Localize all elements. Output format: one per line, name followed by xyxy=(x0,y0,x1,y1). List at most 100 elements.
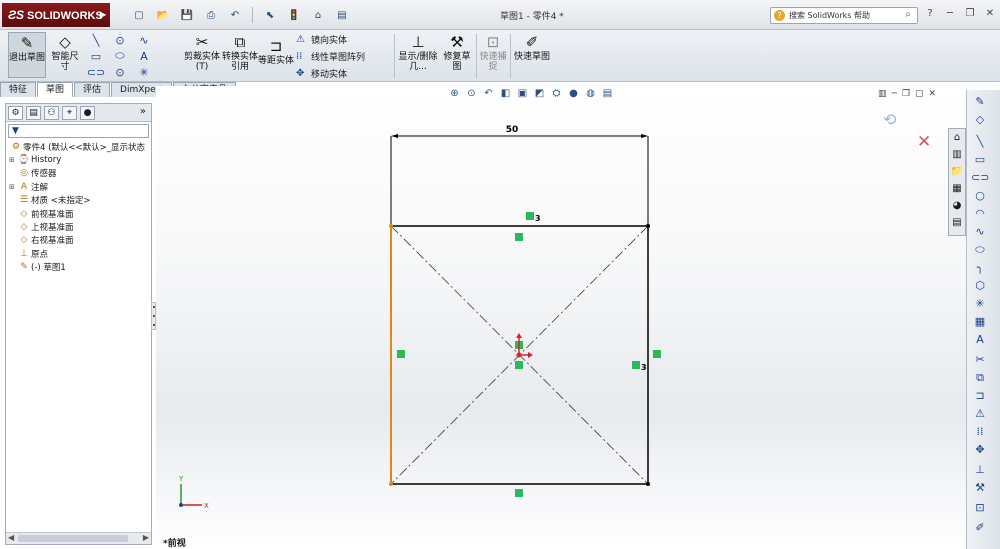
edit-appearance-icon[interactable]: ● xyxy=(567,88,580,99)
circle-icon[interactable]: ○ xyxy=(971,188,989,204)
zoom-to-area-icon[interactable]: ⊙ xyxy=(465,88,478,99)
part-icon: ⚙ xyxy=(11,141,21,152)
view-palette-icon[interactable]: ▦ xyxy=(950,182,964,196)
feature-manager-tab-icon[interactable]: ⚙ xyxy=(8,106,23,120)
quick-snaps-icon[interactable]: ⊡ xyxy=(971,500,989,516)
sketch-icon[interactable]: ✎ xyxy=(971,94,989,110)
more-tabs-icon[interactable]: » xyxy=(140,106,149,119)
sketch-toolbar-vertical: ✎ ◇ ╲ ▭ ⊂⊃ ○ ◠ ∿ ⬭ ╮ ⬡ ✳ ▦ A ✂ ⧉ ⊐ ⚠ ⁞⁞ … xyxy=(966,90,1000,549)
ellipse-icon[interactable]: ⬭ xyxy=(971,242,989,258)
mirror-icon[interactable]: ⚠ xyxy=(971,406,989,422)
tree-item-history[interactable]: ⊞ ⌚ History xyxy=(9,153,151,166)
filter-icon: ▼ xyxy=(12,126,19,136)
tree-item-right-plane[interactable]: ◇ 右视基准面 xyxy=(9,234,151,247)
origin-point[interactable] xyxy=(516,352,522,358)
repair-icon[interactable]: ⚒ xyxy=(971,480,989,496)
tree-root[interactable]: ⚙ 零件4 (默认<<默认>_显示状态 xyxy=(9,140,151,153)
property-manager-tab-icon[interactable]: ▤ xyxy=(26,106,41,120)
offset-icon[interactable]: ⊐ xyxy=(971,388,989,404)
horizontal-relation-icon-top[interactable] xyxy=(515,233,523,241)
vertical-relation-icon-left[interactable] xyxy=(397,350,405,358)
display-manager-tab-icon[interactable]: ● xyxy=(80,106,95,120)
previous-view-icon[interactable]: ↶ xyxy=(482,88,495,99)
horizontal-scrollbar[interactable]: ◀ ▶ xyxy=(6,532,151,544)
design-library-icon[interactable]: ▥ xyxy=(950,148,964,162)
triad-y-label: Y xyxy=(178,475,184,483)
configuration-manager-tab-icon[interactable]: ⚇ xyxy=(44,106,59,120)
tree-item-sensors[interactable]: ◎ 传感器 xyxy=(9,167,151,180)
appearances-icon[interactable]: ◕ xyxy=(950,199,964,213)
relations-icon[interactable]: ⊥ xyxy=(971,462,989,478)
display-style-icon[interactable]: ◩ xyxy=(533,88,546,99)
scroll-left-icon[interactable]: ◀ xyxy=(8,533,14,542)
rectangle-icon[interactable]: ▭ xyxy=(971,152,989,168)
tree-item-front-plane[interactable]: ◇ 前视基准面 xyxy=(9,207,151,220)
vertex-bottom-left[interactable] xyxy=(389,482,393,486)
dimension-arrow-right xyxy=(641,134,648,138)
tree-filter[interactable]: ▼ xyxy=(8,124,149,138)
horizontal-relation-icon-bottom[interactable] xyxy=(515,489,523,497)
equal-relation-icon[interactable] xyxy=(526,212,534,220)
scroll-right-icon[interactable]: ▶ xyxy=(143,533,149,542)
doc-split-icon[interactable]: ▥ xyxy=(878,89,887,99)
smart-dimension-icon[interactable]: ◇ xyxy=(971,112,989,128)
trim-icon[interactable]: ✂ xyxy=(971,352,989,368)
convert-icon[interactable]: ⧉ xyxy=(971,370,989,386)
hide-show-items-icon[interactable]: ⛭ xyxy=(550,88,563,99)
slot-icon[interactable]: ⊂⊃ xyxy=(971,170,989,186)
expand-icon[interactable]: ⊞ xyxy=(9,183,17,191)
confirm-exit-icon[interactable]: ⟲ xyxy=(883,110,897,129)
scrollbar-thumb[interactable] xyxy=(18,535,128,542)
vertex-bottom-right[interactable] xyxy=(646,482,650,486)
feature-tree: ⚙ 零件4 (默认<<默认>_显示状态 ⊞ ⌚ History ◎ 传感器 ⊞ A 注解 ☰… xyxy=(6,140,151,274)
triad-origin xyxy=(179,503,183,507)
point-icon[interactable]: ✳ xyxy=(971,296,989,312)
spline-icon[interactable]: ∿ xyxy=(971,224,989,240)
view-settings-icon[interactable]: ▤ xyxy=(601,88,614,99)
file-explorer-icon[interactable]: 📁 xyxy=(950,165,964,179)
zoom-to-fit-icon[interactable]: ⊕ xyxy=(448,88,461,99)
apply-scene-icon[interactable]: ◍ xyxy=(584,88,597,99)
fillet-icon[interactable]: ╮ xyxy=(971,260,989,276)
plane-icon: ◇ xyxy=(20,208,28,219)
circular-pattern-icon[interactable]: ✥ xyxy=(971,442,989,458)
rapid-sketch-icon[interactable]: ✐ xyxy=(971,520,989,536)
equal-relation-icon-right[interactable] xyxy=(632,361,640,369)
solidworks-resources-icon[interactable]: ⌂ xyxy=(950,131,964,145)
text-icon[interactable]: A xyxy=(971,332,989,348)
task-pane-tabs: ⌂ ▥ 📁 ▦ ◕ ▤ xyxy=(948,128,966,236)
panel-splitter[interactable] xyxy=(151,302,156,330)
plane-icon: ◇ xyxy=(20,222,28,233)
cancel-sketch-icon[interactable]: ✕ xyxy=(917,132,931,152)
linear-pattern-icon[interactable]: ⁞⁞ xyxy=(971,424,989,440)
coincident-relation-icon-2[interactable] xyxy=(515,361,523,369)
tree-item-material[interactable]: ☰ 材质 <未指定> xyxy=(9,194,151,207)
doc-minimize-icon[interactable]: ─ xyxy=(892,89,897,99)
arc-icon[interactable]: ◠ xyxy=(971,206,989,222)
document-window-controls: ▥ ─ ❐ ▢ ✕ xyxy=(878,89,936,99)
dimxpert-manager-tab-icon[interactable]: ⌖ xyxy=(62,106,77,120)
tree-item-sketch1[interactable]: ✎ (-) 草图1 xyxy=(9,261,151,274)
polygon-icon[interactable]: ⬡ xyxy=(971,278,989,294)
tree-item-top-plane[interactable]: ◇ 上视基准面 xyxy=(9,220,151,233)
centerline-icon[interactable]: ▦ xyxy=(971,314,989,330)
line-icon[interactable]: ╲ xyxy=(971,134,989,150)
heads-up-view-toolbar: ⊕ ⊙ ↶ ◧ ▣ ◩ ⛭ ● ◍ ▤ xyxy=(448,88,614,99)
tree-item-origin[interactable]: ⊥ 原点 xyxy=(9,247,151,260)
vertical-relation-icon-right[interactable] xyxy=(653,350,661,358)
sensor-icon: ◎ xyxy=(20,168,28,179)
view-orientation-icon[interactable]: ▣ xyxy=(516,88,529,99)
section-view-icon[interactable]: ◧ xyxy=(499,88,512,99)
doc-close-icon[interactable]: ✕ xyxy=(929,89,937,99)
expand-icon[interactable]: ⊞ xyxy=(9,156,17,164)
sketch-icon: ✎ xyxy=(20,262,28,273)
vertex-top-right[interactable] xyxy=(646,224,650,228)
material-icon: ☰ xyxy=(19,195,29,206)
doc-restore-icon[interactable]: ❐ xyxy=(902,89,910,99)
doc-maximize-icon[interactable]: ▢ xyxy=(915,89,924,99)
dimension-value[interactable]: 50 xyxy=(506,125,519,135)
vertex-top-left[interactable] xyxy=(389,224,393,228)
tree-item-annotations[interactable]: ⊞ A 注解 xyxy=(9,180,151,193)
custom-properties-icon[interactable]: ▤ xyxy=(950,216,964,230)
plane-icon: ◇ xyxy=(20,235,28,246)
